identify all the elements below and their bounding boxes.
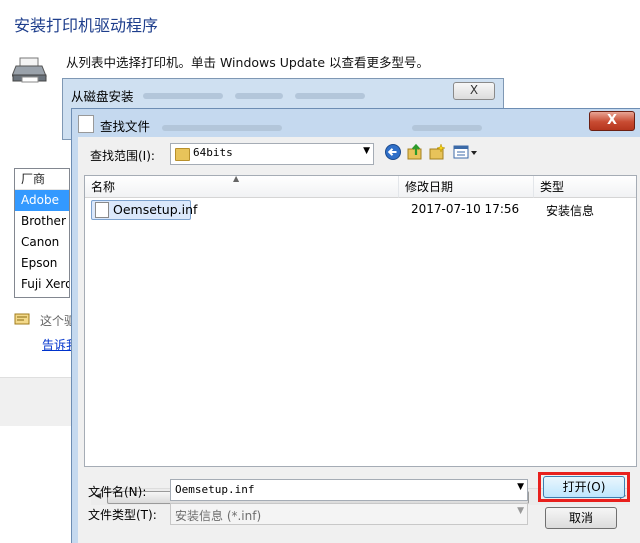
file-name-input[interactable]: Oemsetup.inf ▼ [170,479,528,501]
file-type-select[interactable]: 安装信息 (*.inf) ▼ [170,503,528,525]
column-header-name[interactable]: 名称 [85,176,399,198]
vendor-item[interactable]: Brother [15,211,69,232]
blurred-text [143,93,223,99]
file-name-label: 文件名(N): [88,485,147,499]
look-in-label: 查找范围(I): [90,149,155,163]
open-button[interactable]: 打开(O) [543,476,625,498]
chevron-down-icon: ▼ [363,146,370,156]
column-header-modified[interactable]: 修改日期 [399,176,534,198]
view-menu-icon[interactable] [452,143,480,161]
close-icon[interactable]: X [589,111,635,131]
back-icon[interactable] [384,143,402,161]
disk-dialog-title: 从磁盘安装 [71,89,134,104]
blurred-text [162,125,282,131]
column-header-label: 修改日期 [405,180,454,194]
disk-dialog-close-button[interactable]: X [453,82,495,100]
printer-icon [12,57,47,83]
vendor-item[interactable]: Canon [15,232,69,253]
look-in-dropdown[interactable]: 64bits ▼ [170,143,374,165]
vendor-item[interactable]: Epson [15,253,69,274]
find-dialog-title: 查找文件 [100,119,151,134]
wizard-title: 安装打印机驱动程序 [14,16,159,35]
blurred-text [295,93,365,99]
file-name-cell[interactable]: Oemsetup.inf [113,202,197,217]
new-folder-icon[interactable] [428,143,446,161]
signed-driver-icon [14,313,30,325]
vendor-item[interactable]: Adobe [15,190,69,211]
column-header-label: 类型 [540,180,565,194]
chevron-down-icon: ▼ [517,506,524,516]
vendor-item[interactable]: Fuji Xerox [15,274,69,295]
look-in-value: 64bits [193,146,233,159]
blurred-text [412,125,482,131]
document-icon [78,115,94,133]
file-type-cell: 安装信息 [546,204,595,218]
vendor-list-header[interactable]: 厂商 [15,169,69,190]
vendor-list[interactable]: 厂商 Adobe Brother Canon Epson Fuji Xerox [14,168,70,298]
file-type-value: 安装信息 (*.inf) [175,509,262,523]
find-file-dialog: 查找文件 X 查找范围(I): 64bits ▼ 名称 ▲ 修改日期 类型 Oe… [71,108,640,543]
chevron-down-icon[interactable]: ▼ [517,482,524,492]
inf-file-icon [95,202,109,218]
column-header-label: 名称 [91,180,116,194]
file-type-label: 文件类型(T): [88,508,157,522]
file-list[interactable]: 名称 ▲ 修改日期 类型 Oemsetup.inf 2017-07-10 17:… [84,174,637,505]
cancel-button[interactable]: 取消 [545,507,617,529]
wizard-description: 从列表中选择打印机。单击 Windows Update 以查看更多型号。 [66,55,429,70]
file-modified-cell: 2017-07-10 17:56 [411,202,520,216]
find-dialog-body: 查找范围(I): 64bits ▼ 名称 ▲ 修改日期 类型 Oemsetup.… [78,137,640,543]
column-header-type[interactable]: 类型 [534,176,636,198]
folder-icon [175,148,190,161]
up-folder-icon[interactable] [406,143,424,161]
blurred-text [235,93,283,99]
file-name-value: Oemsetup.inf [175,483,255,496]
sort-ascending-icon: ▲ [233,174,240,183]
